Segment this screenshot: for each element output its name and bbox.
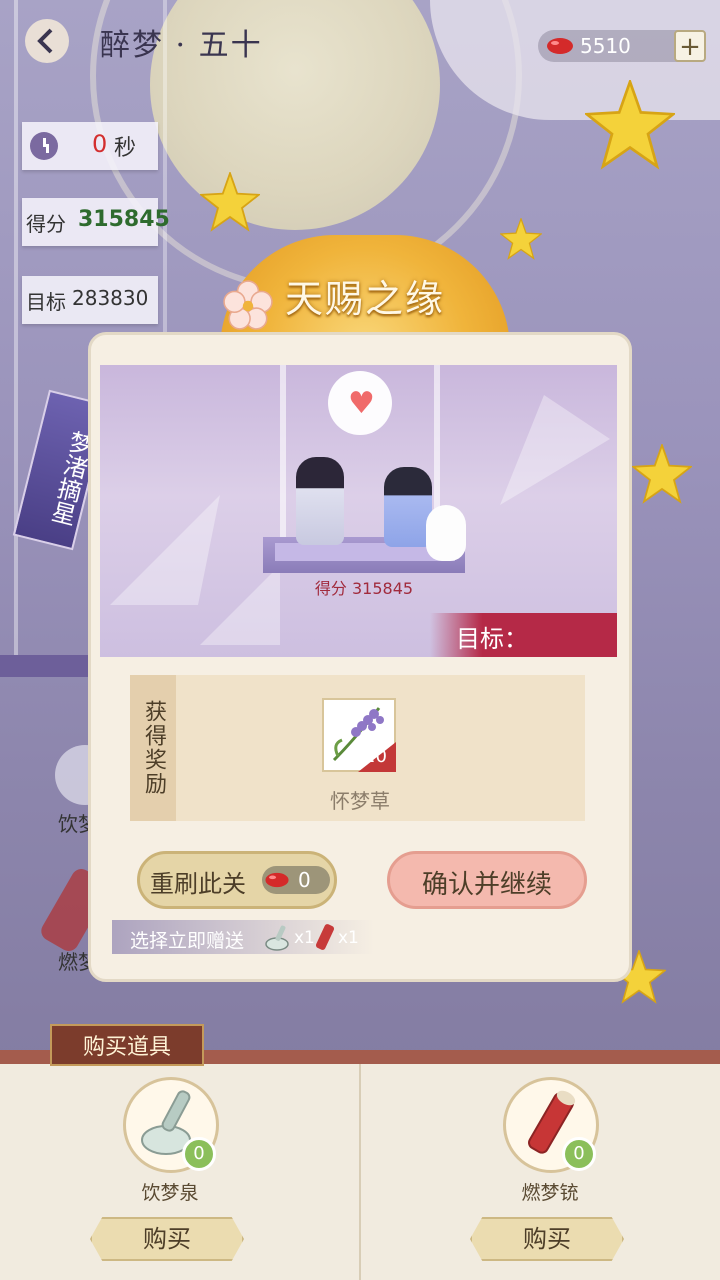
target-text: 目标：283830 [456, 625, 548, 657]
time-unit: 秒 [114, 136, 137, 161]
crystal-shard [500, 395, 610, 505]
reward-label: 获得奖励 [130, 675, 176, 821]
rabbit-icon [426, 505, 466, 561]
target-label: 目标 [26, 290, 66, 314]
red-bean-icon [547, 38, 573, 54]
star-decoration [585, 80, 675, 170]
scene-panel: ♥ 得分 315845 目标：283830 [100, 365, 617, 657]
target-value: 283830 [72, 286, 149, 310]
red-bean-icon [265, 872, 289, 888]
currency-amount: 5510 [580, 34, 631, 58]
confirm-continue-label: 确认并继续 [421, 870, 552, 900]
back-button[interactable] [22, 16, 72, 66]
shop-tag-label: 购买道具 [82, 1035, 171, 1060]
score-label: 得分 [26, 212, 66, 236]
target-panel: 目标 283830 [22, 276, 158, 324]
swing-rope [280, 365, 286, 540]
crystal-shard [110, 495, 220, 605]
redo-cost: 0 [298, 868, 311, 892]
score-panel: 得分 315845 [22, 198, 170, 246]
gift-count-b: x1 [338, 928, 359, 948]
page-title: 醉梦 · 五十 [100, 28, 263, 63]
clock-icon [30, 132, 58, 160]
heart-icon: ♥ [348, 386, 375, 421]
character-female [384, 467, 432, 547]
buy-button[interactable]: 购买 [470, 1217, 624, 1261]
score-value: 315845 [78, 207, 170, 232]
shop-item-name: 燃梦铳 [521, 1182, 579, 1204]
buy-button[interactable]: 购买 [90, 1217, 244, 1261]
time-value: 0 [92, 130, 108, 158]
item-count-badge: 0 [182, 1137, 216, 1171]
mortar-icon [265, 925, 289, 951]
redo-level-label: 重刷此关 [150, 870, 246, 898]
add-currency-button[interactable]: + [674, 30, 706, 62]
reward-name: 怀梦草 [330, 789, 390, 813]
redo-cost-pill [262, 866, 330, 894]
shop-item-name: 饮梦泉 [141, 1182, 199, 1204]
gift-text: 选择立即赠送 [130, 930, 245, 952]
star-decoration [200, 172, 260, 232]
time-panel: 0 秒 [22, 122, 158, 170]
firecracker-icon [315, 924, 335, 950]
item-count-badge: 0 [562, 1137, 596, 1171]
character-male [296, 457, 344, 545]
star-decoration [632, 444, 692, 504]
blossom-icon [223, 280, 273, 330]
star-decoration [500, 218, 542, 260]
reward-count: 20 [364, 746, 387, 767]
shop-divider [359, 1064, 361, 1280]
scene-score: 得分 315845 [314, 579, 414, 598]
